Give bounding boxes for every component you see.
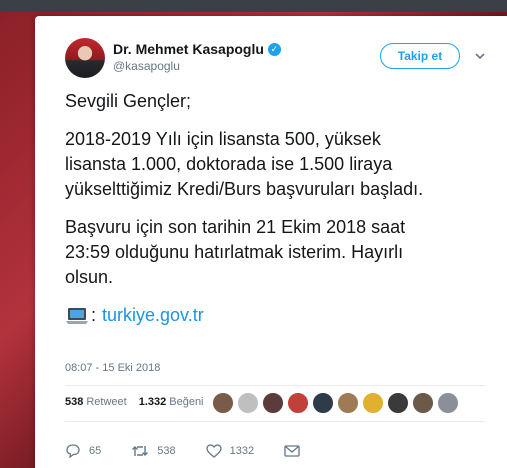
liker-avatar[interactable] bbox=[212, 392, 234, 414]
tweet-card: Dr. Mehmet Kasapoglu ✓ @kasapoglu Takip … bbox=[35, 16, 507, 468]
retweet-action-count: 538 bbox=[157, 445, 176, 457]
liker-avatar[interactable] bbox=[387, 392, 409, 414]
message-action[interactable] bbox=[284, 445, 308, 457]
divider-top bbox=[65, 385, 485, 386]
tweet-link-line: : turkiye.gov.tr bbox=[65, 303, 495, 328]
liker-avatar[interactable] bbox=[237, 392, 259, 414]
tweet-link[interactable]: turkiye.gov.tr bbox=[102, 303, 204, 328]
divider-bottom bbox=[65, 421, 485, 422]
tweet-greeting: Sevgili Gençler; bbox=[65, 91, 192, 111]
avatar[interactable] bbox=[65, 38, 105, 78]
author-handle[interactable]: @kasapoglu bbox=[113, 59, 180, 73]
follow-button[interactable]: Takip et bbox=[380, 43, 460, 69]
retweet-stat[interactable]: 538 Retweet bbox=[65, 396, 127, 408]
like-label: Beğeni bbox=[169, 396, 204, 408]
tweet-actions: 65 538 1332 bbox=[65, 444, 338, 458]
verified-badge-icon: ✓ bbox=[267, 42, 281, 56]
retweet-action[interactable]: 538 bbox=[131, 444, 176, 458]
liker-avatar[interactable] bbox=[287, 392, 309, 414]
tweet-timestamp[interactable]: 08:07 - 15 Eki 2018 bbox=[65, 362, 160, 374]
laptop-icon bbox=[66, 307, 88, 324]
tweet-text: Sevgili Gençler; 2018-2019 Yılı için lis… bbox=[65, 89, 495, 328]
liker-avatar[interactable] bbox=[337, 392, 359, 414]
reply-action[interactable]: 65 bbox=[65, 444, 101, 458]
chevron-down-icon[interactable] bbox=[473, 49, 487, 63]
tweet-paragraph-2: Başvuru için son tarihin 21 Ekim 2018 sa… bbox=[65, 217, 406, 287]
author-name[interactable]: Dr. Mehmet Kasapoglu bbox=[113, 41, 264, 57]
author-name-row[interactable]: Dr. Mehmet Kasapoglu ✓ bbox=[113, 41, 281, 57]
likers-avatars bbox=[212, 392, 462, 414]
top-bar bbox=[0, 0, 507, 12]
tweet-paragraph-1: 2018-2019 Yılı için lisansta 500, yüksek… bbox=[65, 129, 424, 199]
like-stat[interactable]: 1.332 Beğeni bbox=[139, 396, 204, 408]
retweet-icon bbox=[132, 446, 149, 456]
liker-avatar[interactable] bbox=[412, 392, 434, 414]
retweet-label: Retweet bbox=[86, 396, 127, 408]
reply-count: 65 bbox=[89, 445, 102, 457]
like-count: 1.332 bbox=[138, 396, 167, 408]
like-icon bbox=[205, 444, 222, 458]
retweet-count: 538 bbox=[65, 396, 84, 408]
like-action-count: 1332 bbox=[229, 445, 255, 457]
link-colon: : bbox=[91, 305, 97, 325]
liker-avatar[interactable] bbox=[262, 392, 284, 414]
liker-avatar[interactable] bbox=[312, 392, 334, 414]
envelope-icon bbox=[284, 445, 300, 457]
tweet-stats: 538 Retweet 1.332 Beğeni bbox=[65, 396, 216, 408]
liker-avatar[interactable] bbox=[437, 392, 459, 414]
liker-avatar[interactable] bbox=[362, 392, 384, 414]
reply-icon bbox=[66, 444, 80, 458]
like-action[interactable]: 1332 bbox=[205, 444, 255, 458]
